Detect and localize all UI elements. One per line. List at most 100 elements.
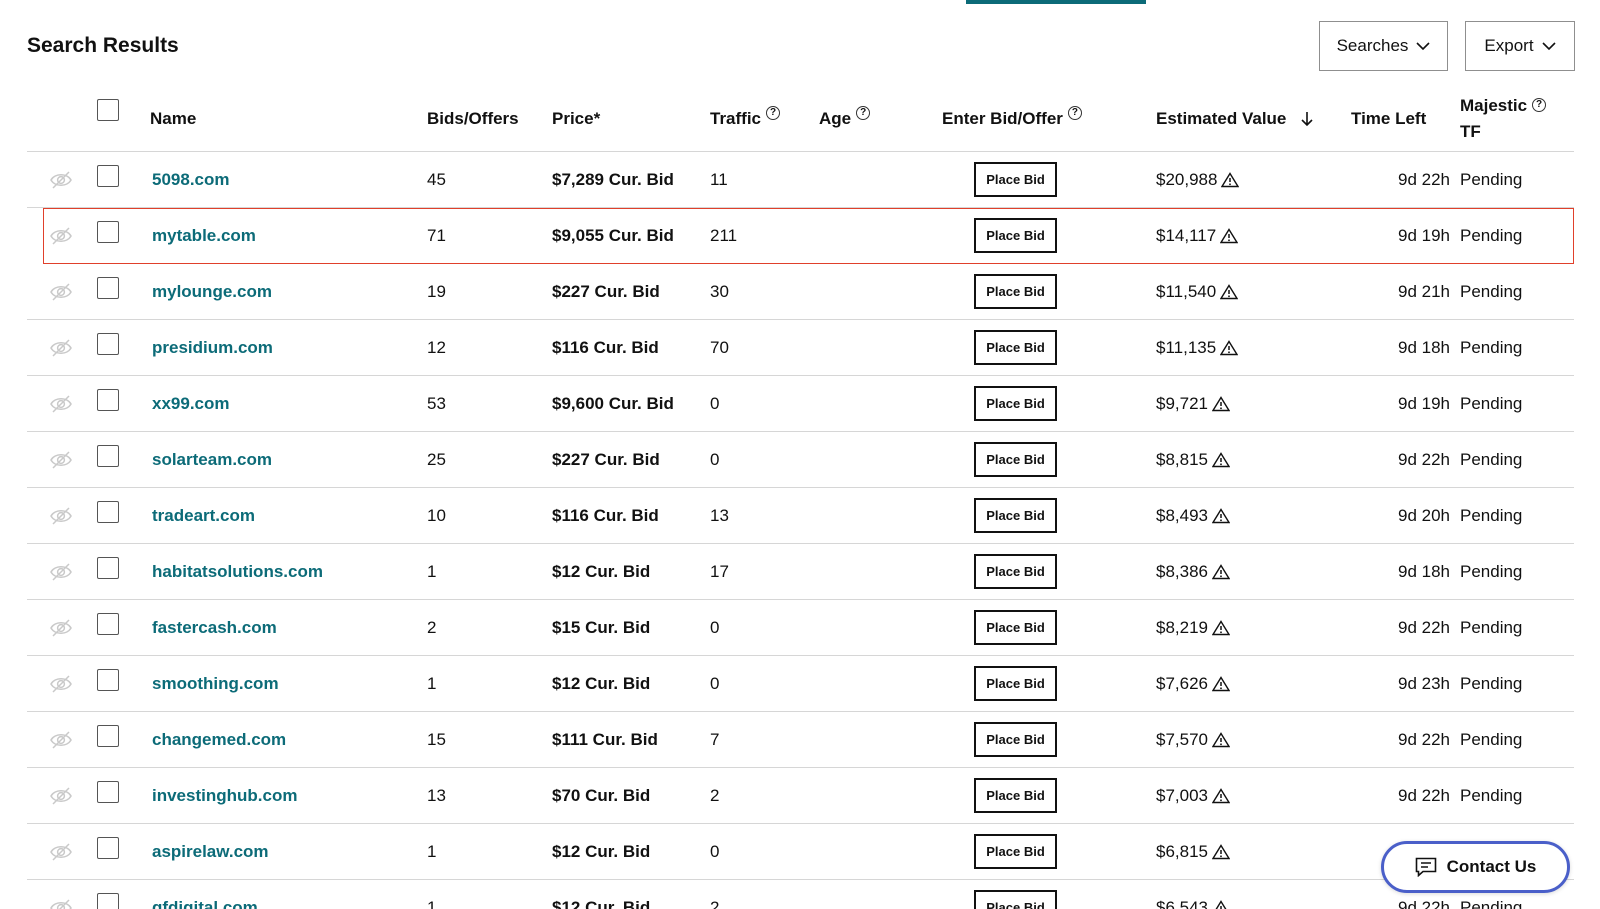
row-checkbox[interactable] — [97, 669, 119, 691]
domain-name-link[interactable]: presidium.com — [152, 320, 273, 376]
domain-name-link[interactable]: solarteam.com — [152, 432, 272, 488]
row-checkbox[interactable] — [97, 613, 119, 635]
hide-eye-icon[interactable] — [49, 674, 73, 694]
time-left-value: 9d 22h — [1398, 618, 1450, 637]
estimated-value-cell: $8,493 — [1156, 488, 1231, 544]
place-bid-button[interactable]: Place Bid — [974, 666, 1057, 701]
hide-eye-icon[interactable] — [49, 226, 73, 246]
place-bid-button[interactable]: Place Bid — [974, 834, 1057, 869]
warning-icon[interactable] — [1212, 900, 1230, 909]
domain-name-link[interactable]: xx99.com — [152, 376, 230, 432]
place-bid-button[interactable]: Place Bid — [974, 498, 1057, 533]
row-checkbox[interactable] — [97, 389, 119, 411]
warning-icon[interactable] — [1219, 228, 1239, 244]
domain-name-link[interactable]: habitatsolutions.com — [152, 544, 323, 600]
place-bid-button[interactable]: Place Bid — [974, 442, 1057, 477]
place-bid-button[interactable]: Place Bid — [974, 554, 1057, 589]
domain-name-link[interactable]: mytable.com — [152, 208, 256, 264]
warning-icon[interactable] — [1211, 788, 1231, 804]
bids-offers-count: 13 — [427, 786, 446, 805]
hide-eye-icon[interactable] — [49, 562, 73, 582]
place-bid-button[interactable]: Place Bid — [974, 330, 1057, 365]
row-checkbox[interactable] — [97, 221, 119, 243]
hide-eye-icon[interactable] — [49, 786, 73, 806]
domain-name-link[interactable]: gfdigital.com — [152, 880, 258, 909]
row-checkbox[interactable] — [97, 557, 119, 579]
row-checkbox[interactable] — [97, 333, 119, 355]
export-dropdown-button[interactable]: Export — [1465, 21, 1575, 71]
domain-name-link[interactable]: changemed.com — [152, 712, 286, 768]
domain-name-link[interactable]: fastercash.com — [152, 600, 277, 656]
column-name[interactable]: Name — [150, 86, 196, 152]
column-estimated-value[interactable]: Estimated Value — [1156, 86, 1314, 152]
price-value: $227 Cur. Bid — [552, 282, 660, 301]
help-icon[interactable]: ? — [1067, 106, 1082, 120]
searches-dropdown-button[interactable]: Searches — [1319, 21, 1448, 71]
table-row: changemed.com 15 $111 Cur. Bid 7 Place B… — [27, 712, 1574, 768]
hide-eye-icon[interactable] — [49, 730, 73, 750]
row-checkbox[interactable] — [97, 725, 119, 747]
contact-us-button[interactable]: Contact Us — [1381, 841, 1570, 893]
price-value: $12 Cur. Bid — [552, 898, 651, 909]
hide-eye-icon[interactable] — [49, 450, 73, 470]
row-checkbox[interactable] — [97, 501, 119, 523]
row-checkbox[interactable] — [97, 165, 119, 187]
hide-eye-icon[interactable] — [49, 394, 73, 414]
domain-name-link[interactable]: aspirelaw.com — [152, 824, 269, 880]
place-bid-button[interactable]: Place Bid — [974, 722, 1057, 757]
hide-eye-icon[interactable] — [49, 170, 73, 190]
row-checkbox[interactable] — [97, 445, 119, 467]
warning-icon[interactable] — [1211, 396, 1231, 412]
time-left-value: 9d 22h — [1398, 450, 1450, 469]
column-time-left[interactable]: Time Left — [1351, 86, 1426, 152]
price-value: $111 Cur. Bid — [552, 730, 658, 749]
help-icon[interactable]: ? — [856, 106, 871, 120]
column-age[interactable]: Age ? — [819, 86, 871, 152]
place-bid-button[interactable]: Place Bid — [974, 610, 1057, 645]
domain-name-link[interactable]: mylounge.com — [152, 264, 272, 320]
place-bid-button[interactable]: Place Bid — [974, 778, 1057, 813]
time-left-value: 9d 22h — [1398, 170, 1450, 189]
hide-eye-icon[interactable] — [49, 618, 73, 638]
hide-eye-icon[interactable] — [49, 282, 73, 302]
warning-icon[interactable] — [1219, 284, 1239, 300]
row-checkbox[interactable] — [97, 781, 119, 803]
domain-name-link[interactable]: tradeart.com — [152, 488, 255, 544]
hide-eye-icon[interactable] — [49, 898, 73, 909]
column-majestic-tf[interactable]: Majestic? TF — [1460, 86, 1547, 152]
warning-icon[interactable] — [1211, 564, 1231, 580]
help-icon[interactable]: ? — [1532, 98, 1547, 112]
warning-icon[interactable] — [1221, 172, 1240, 188]
place-bid-button[interactable]: Place Bid — [974, 218, 1057, 253]
column-traffic[interactable]: Traffic ? — [710, 86, 781, 152]
domain-name-link[interactable]: 5098.com — [152, 152, 230, 208]
table-body: 5098.com 45 $7,289 Cur. Bid 11 Place Bid… — [27, 152, 1574, 909]
warning-icon[interactable] — [1211, 508, 1231, 524]
place-bid-button[interactable]: Place Bid — [974, 386, 1057, 421]
place-bid-button[interactable]: Place Bid — [974, 890, 1057, 909]
warning-icon[interactable] — [1211, 620, 1231, 636]
place-bid-button[interactable]: Place Bid — [974, 274, 1057, 309]
bids-offers-count: 10 — [427, 506, 446, 525]
warning-icon[interactable] — [1211, 844, 1231, 860]
column-majestic-line1: Majestic? — [1460, 93, 1547, 119]
warning-icon[interactable] — [1211, 676, 1231, 692]
hide-eye-icon[interactable] — [49, 506, 73, 526]
place-bid-button[interactable]: Place Bid — [974, 162, 1057, 197]
domain-name-link[interactable]: investinghub.com — [152, 768, 297, 824]
hide-eye-icon[interactable] — [49, 338, 73, 358]
row-checkbox[interactable] — [97, 893, 119, 909]
warning-icon[interactable] — [1211, 452, 1231, 468]
column-bids-offers[interactable]: Bids/Offers — [427, 86, 519, 152]
hide-eye-icon[interactable] — [49, 842, 73, 862]
row-checkbox[interactable] — [97, 837, 119, 859]
help-icon[interactable]: ? — [766, 106, 781, 120]
select-all-checkbox[interactable] — [97, 99, 119, 121]
warning-icon[interactable] — [1219, 340, 1239, 356]
warning-icon[interactable] — [1211, 732, 1231, 748]
domain-name-link[interactable]: smoothing.com — [152, 656, 279, 712]
bids-offers-count: 1 — [427, 898, 437, 909]
row-checkbox[interactable] — [97, 277, 119, 299]
majestic-status: Pending — [1460, 170, 1523, 189]
column-price[interactable]: Price* — [552, 86, 600, 152]
